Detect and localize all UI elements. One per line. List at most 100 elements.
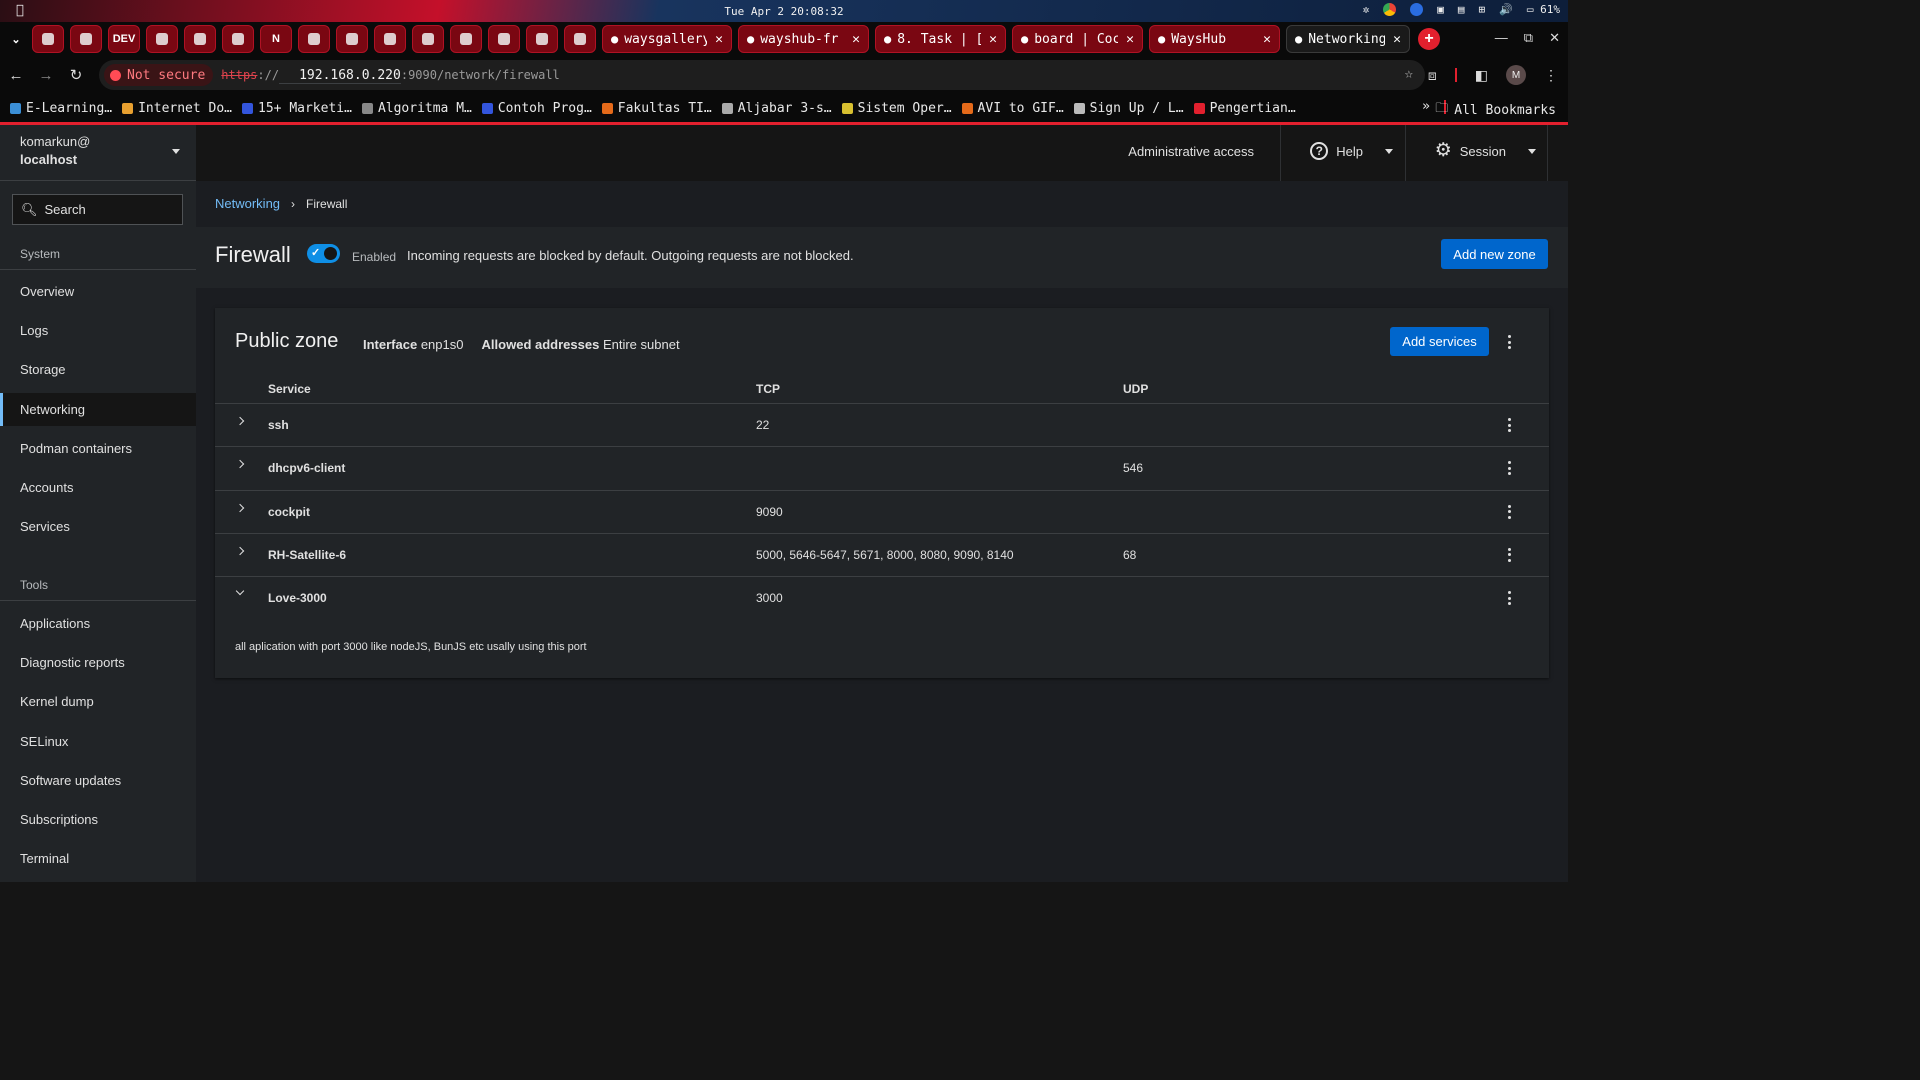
notes-icon[interactable]: ▤ [1458,3,1465,16]
grid-icon[interactable]: ⊞ [1479,3,1486,16]
breadcrumb-networking[interactable]: Networking [215,196,280,211]
chevron-right-icon[interactable] [235,546,245,556]
bookmark-item[interactable]: Sign Up / L… [1073,101,1184,116]
browser-tab[interactable]: ● board | Coc ✕ [1012,25,1143,53]
column-header-udp[interactable]: UDP [1123,382,1148,396]
bookmark-item[interactable]: Pengertian… [1193,101,1296,116]
sidebar-item-diagnostic-reports[interactable]: Diagnostic reports [0,646,196,679]
close-window-icon[interactable]: ✕ [1549,30,1560,46]
pinned-tab[interactable] [374,25,406,53]
pinned-tab[interactable] [32,25,64,53]
table-row[interactable]: ssh 22 [215,403,1549,446]
row-kebab-icon[interactable] [1503,460,1515,476]
pinned-tab[interactable] [450,25,482,53]
table-row[interactable]: dhcpv6-client 546 [215,446,1549,489]
pinned-tab[interactable] [184,25,216,53]
pinned-tab[interactable]: N [260,25,292,53]
close-icon[interactable]: ✕ [715,32,723,47]
restore-icon[interactable]: ⧉ [1524,30,1533,46]
app-icon[interactable] [1410,3,1424,16]
close-icon[interactable]: ✕ [1263,32,1271,47]
sidebar-item-terminal[interactable]: Terminal [0,842,196,875]
clipboard-icon[interactable]: ▣ [1437,3,1444,16]
bookmark-item[interactable]: AVI to GIF… [961,101,1064,116]
sidebar-item-applications[interactable]: Applications [0,607,196,640]
add-new-zone-button[interactable]: Add new zone [1441,239,1548,269]
security-chip[interactable]: Not secure [104,64,214,86]
pinned-tab[interactable]: DEV [108,25,140,53]
extension-icon[interactable]: ✲ [1363,3,1370,16]
pinned-tab[interactable] [526,25,558,53]
browser-tab[interactable]: ● waysgallery ✕ [602,25,732,53]
pinned-tab[interactable] [488,25,520,53]
table-row[interactable]: cockpit 9090 [215,489,1549,533]
bookmark-item[interactable]: Sistem Oper… [841,101,952,116]
firewall-toggle[interactable]: ✓ [307,244,340,263]
host-switcher[interactable]: komarkun@ localhost [0,125,196,181]
admin-access-button[interactable]: Administrative access [1128,144,1254,159]
minimize-icon[interactable]: — [1495,30,1508,46]
sidebar-item-subscriptions[interactable]: Subscriptions [0,803,196,836]
bookmarks-overflow-button[interactable]: » [1422,99,1430,114]
chevron-down-icon[interactable] [235,586,245,596]
sidebar-item-kernel-dump[interactable]: Kernel dump [0,685,196,718]
bookmark-item[interactable]: Aljabar 3-s… [721,101,832,116]
bookmark-item[interactable]: Algoritma M… [361,101,472,116]
menu-icon[interactable]: ⋮ [1544,67,1558,84]
chevron-right-icon[interactable] [235,416,245,426]
row-kebab-icon[interactable] [1503,417,1515,433]
sidebar-item-storage[interactable]: Storage [0,353,196,386]
column-header-service[interactable]: Service [268,382,311,396]
bookmark-item[interactable]: 15+ Marketi… [242,101,352,116]
sidebar-item-accounts[interactable]: Accounts [0,471,196,504]
back-icon[interactable]: ← [2,67,30,84]
sidebar-item-networking[interactable]: Networking [0,392,196,426]
sidebar-item-podman-containers[interactable]: Podman containers [0,432,196,465]
pinned-tab[interactable] [412,25,444,53]
pinned-tab[interactable] [298,25,330,53]
tab-active[interactable]: ● Networking ✕ [1286,25,1410,53]
bookmark-item[interactable]: Contoh Prog… [481,101,592,116]
search-input[interactable]: 🔍︎ Search [12,194,183,225]
add-services-button[interactable]: Add services [1390,327,1489,356]
row-kebab-icon[interactable] [1503,590,1515,606]
address-bar[interactable]: Not secure https://192.168.0.220:9090/ne… [99,58,1425,90]
close-icon[interactable]: ✕ [1393,32,1401,47]
close-icon[interactable]: ✕ [852,32,860,47]
chevron-right-icon[interactable] [235,460,245,469]
profile-avatar[interactable]: M [1506,65,1526,85]
chrome-icon[interactable] [1383,3,1397,16]
sidebar-item-logs[interactable]: Logs [0,314,196,347]
browser-tab[interactable]: ● WaysHub ✕ [1149,25,1280,53]
battery-indicator[interactable]: ▭ 61% [1527,3,1560,16]
zone-kebab-icon[interactable] [1503,334,1515,350]
volume-icon[interactable]: 🔊 [1499,3,1513,16]
row-kebab-icon[interactable] [1503,504,1515,520]
side-panel-icon[interactable]: ◧ [1475,67,1488,84]
all-bookmarks-button[interactable]: 🗀 All Bookmarks [1435,99,1556,121]
help-menu-button[interactable]: ? Help [1310,142,1393,160]
sidebar-item-software-updates[interactable]: Software updates [0,764,196,797]
bookmark-item[interactable]: Internet Do… [122,101,232,116]
tab-search-dropdown[interactable]: ⌄ [6,25,26,53]
chevron-right-icon[interactable] [235,503,245,512]
pinned-tab[interactable] [70,25,102,53]
close-icon[interactable]: ✕ [989,32,997,47]
pinned-tab[interactable] [146,25,178,53]
sidebar-item-selinux[interactable]: SELinux [0,725,196,758]
pinned-tab[interactable] [222,25,254,53]
url-text[interactable]: https://192.168.0.220:9090/network/firew… [221,58,560,84]
sidebar-item-overview[interactable]: Overview [0,275,196,308]
browser-tab[interactable]: ● wayshub-fr ✕ [738,25,869,53]
session-menu-button[interactable]: ⚙ Session [1435,141,1536,160]
bookmark-item[interactable]: Fakultas TI… [601,101,712,116]
close-icon[interactable]: ✕ [1126,32,1134,47]
forward-icon[interactable]: → [32,67,60,84]
table-row[interactable]: Love-3000 3000 [215,576,1549,619]
column-header-tcp[interactable]: TCP [756,382,780,396]
sidebar-item-services[interactable]: Services [0,510,196,543]
pinned-tab[interactable] [336,25,368,53]
reload-icon[interactable]: ↻ [62,66,90,84]
extensions-icon[interactable]: ⧈ [1428,67,1437,84]
pinned-tab[interactable] [564,25,596,53]
